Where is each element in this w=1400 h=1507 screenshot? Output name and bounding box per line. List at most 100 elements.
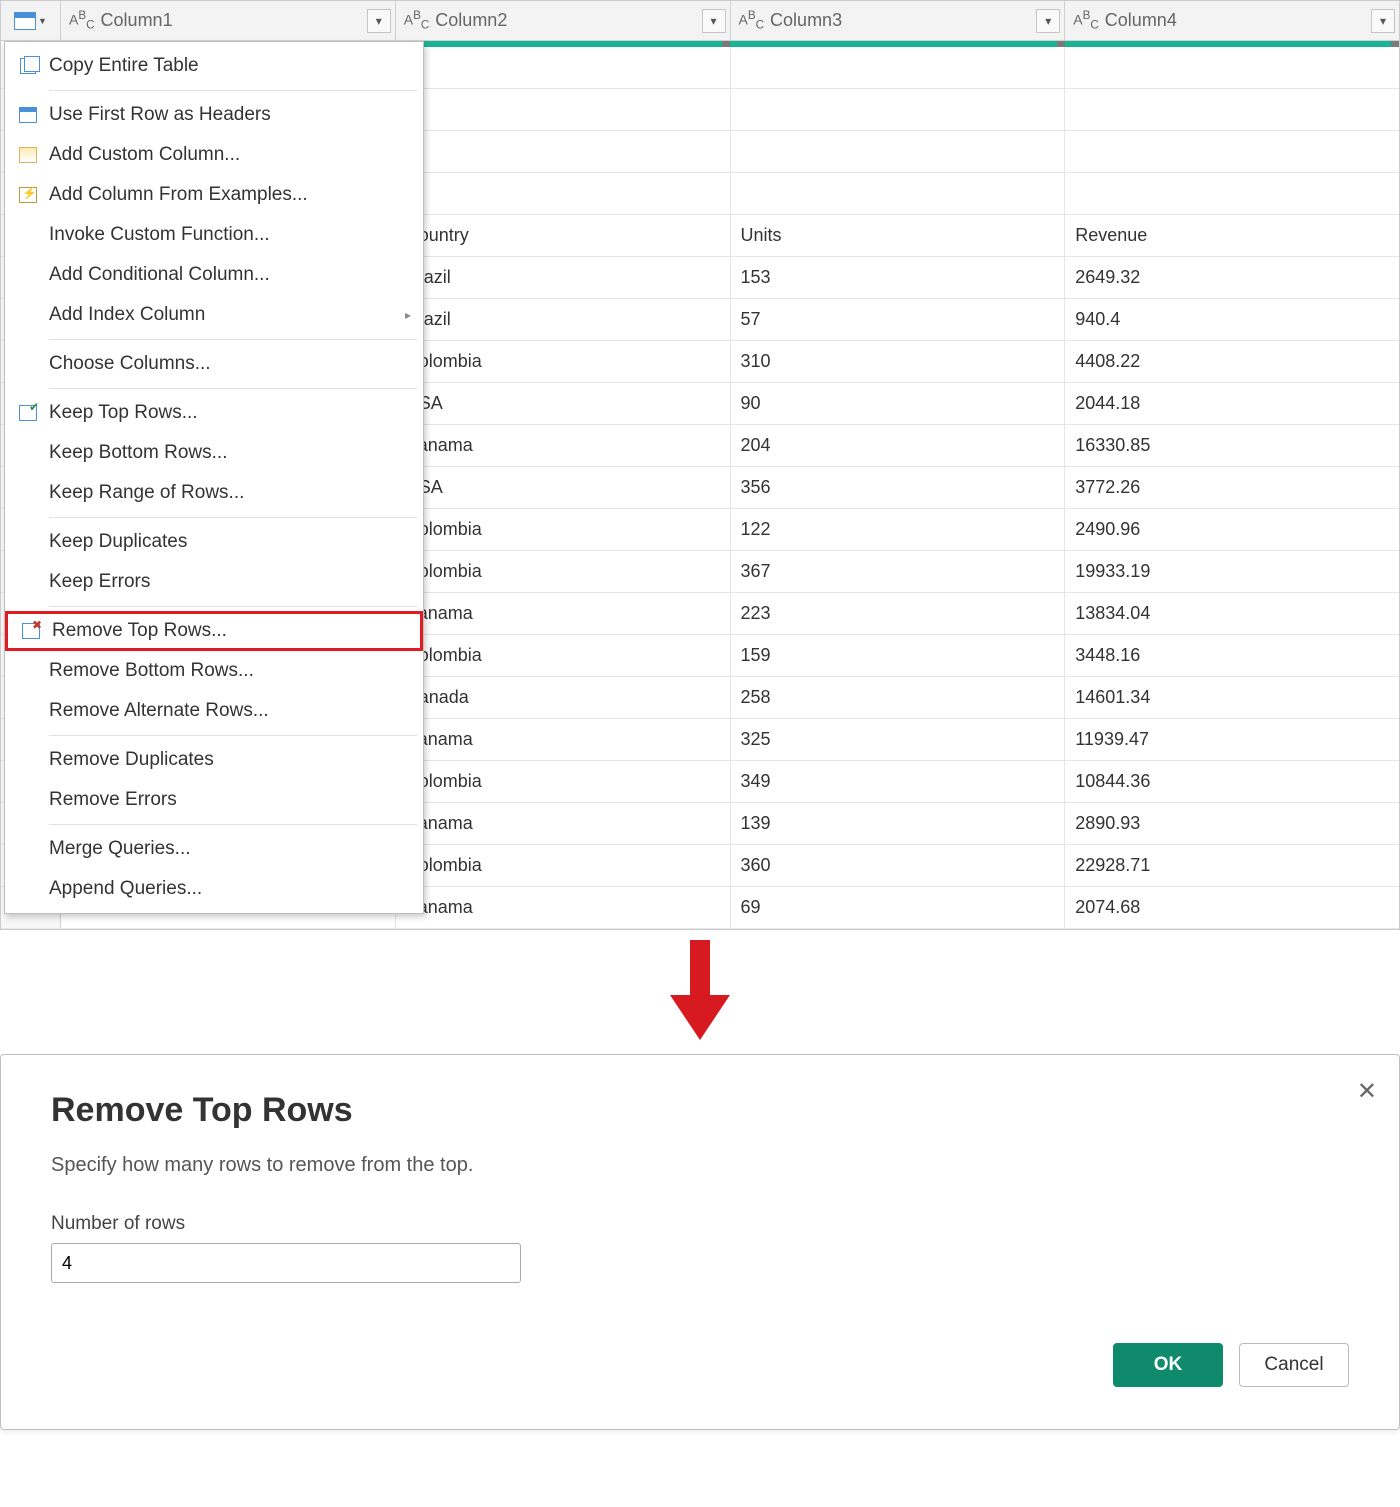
data-cell[interactable]: Colombia <box>396 509 730 551</box>
filter-dropdown-icon[interactable]: ▾ <box>702 9 726 33</box>
data-cell[interactable] <box>731 131 1065 173</box>
menu-item[interactable]: Add Custom Column... <box>5 135 423 175</box>
data-cell[interactable] <box>396 47 730 89</box>
data-cell[interactable]: USA <box>396 383 730 425</box>
data-cell[interactable]: 325 <box>731 719 1065 761</box>
data-cell[interactable] <box>1065 131 1399 173</box>
filter-dropdown-icon[interactable]: ▾ <box>1036 9 1060 33</box>
data-cell[interactable] <box>1065 173 1399 215</box>
close-icon[interactable]: ✕ <box>1357 1077 1377 1106</box>
menu-item[interactable]: Remove Bottom Rows... <box>5 651 423 691</box>
data-cell[interactable]: 153 <box>731 257 1065 299</box>
data-cell[interactable]: 367 <box>731 551 1065 593</box>
data-cell[interactable]: Colombia <box>396 341 730 383</box>
data-cell[interactable]: 4408.22 <box>1065 341 1399 383</box>
menu-item[interactable]: Invoke Custom Function... <box>5 215 423 255</box>
data-cell[interactable]: Colombia <box>396 551 730 593</box>
data-cell[interactable]: 940.4 <box>1065 299 1399 341</box>
data-cell[interactable]: 22928.71 <box>1065 845 1399 887</box>
data-cell[interactable]: 204 <box>731 425 1065 467</box>
data-cell[interactable]: 3772.26 <box>1065 467 1399 509</box>
column-header-2[interactable]: ABC Column2 ▾ <box>396 1 731 40</box>
data-cell[interactable]: Panama <box>396 425 730 467</box>
data-cell[interactable]: 258 <box>731 677 1065 719</box>
data-cell[interactable]: 2074.68 <box>1065 887 1399 929</box>
menu-item-label: Append Queries... <box>49 878 202 900</box>
menu-item[interactable]: Remove Top Rows... <box>5 611 423 651</box>
data-cell[interactable]: 159 <box>731 635 1065 677</box>
menu-separator <box>49 606 417 607</box>
menu-item[interactable]: Keep Top Rows... <box>5 393 423 433</box>
data-cell[interactable]: Panama <box>396 803 730 845</box>
cancel-button[interactable]: Cancel <box>1239 1343 1349 1387</box>
data-cell[interactable]: 356 <box>731 467 1065 509</box>
menu-item[interactable]: Append Queries... <box>5 869 423 909</box>
menu-item[interactable]: Keep Bottom Rows... <box>5 433 423 473</box>
menu-item[interactable]: Remove Alternate Rows... <box>5 691 423 731</box>
data-cell[interactable] <box>1065 89 1399 131</box>
data-cell[interactable]: Panama <box>396 593 730 635</box>
data-cell[interactable]: 13834.04 <box>1065 593 1399 635</box>
data-cell[interactable] <box>396 173 730 215</box>
data-cell[interactable]: 69 <box>731 887 1065 929</box>
menu-item[interactable]: Choose Columns... <box>5 344 423 384</box>
data-cell[interactable] <box>731 173 1065 215</box>
data-cell[interactable]: 2490.96 <box>1065 509 1399 551</box>
data-cell[interactable]: 2890.93 <box>1065 803 1399 845</box>
filter-dropdown-icon[interactable]: ▾ <box>1371 9 1395 33</box>
data-cell[interactable]: 2044.18 <box>1065 383 1399 425</box>
menu-item[interactable]: Add Column From Examples... <box>5 175 423 215</box>
data-cell[interactable] <box>731 47 1065 89</box>
data-cell[interactable]: Revenue <box>1065 215 1399 257</box>
menu-item[interactable]: Add Index Column▸ <box>5 295 423 335</box>
data-cell[interactable]: 310 <box>731 341 1065 383</box>
data-cell[interactable]: Canada <box>396 677 730 719</box>
menu-item[interactable]: Use First Row as Headers <box>5 95 423 135</box>
data-cell[interactable]: 2649.32 <box>1065 257 1399 299</box>
data-cell[interactable]: Brazil <box>396 299 730 341</box>
data-cell[interactable]: 14601.34 <box>1065 677 1399 719</box>
data-cell[interactable]: 360 <box>731 845 1065 887</box>
rows-input[interactable] <box>51 1243 521 1283</box>
data-cell[interactable]: 19933.19 <box>1065 551 1399 593</box>
data-cell[interactable]: 11939.47 <box>1065 719 1399 761</box>
menu-item-label: Keep Errors <box>49 571 150 593</box>
data-cell[interactable]: 139 <box>731 803 1065 845</box>
data-cell[interactable]: 90 <box>731 383 1065 425</box>
data-cell[interactable]: USA <box>396 467 730 509</box>
data-cell[interactable]: 3448.16 <box>1065 635 1399 677</box>
menu-item[interactable]: Copy Entire Table <box>5 46 423 86</box>
column-header-1[interactable]: ABC Column1 ▾ <box>61 1 396 40</box>
data-cell[interactable]: 57 <box>731 299 1065 341</box>
data-cell[interactable]: Colombia <box>396 761 730 803</box>
ok-button[interactable]: OK <box>1113 1343 1223 1387</box>
menu-item[interactable]: Add Conditional Column... <box>5 255 423 295</box>
menu-item[interactable]: Keep Range of Rows... <box>5 473 423 513</box>
menu-item[interactable]: Remove Duplicates <box>5 740 423 780</box>
data-cell[interactable]: 16330.85 <box>1065 425 1399 467</box>
data-cell[interactable] <box>396 89 730 131</box>
data-cell[interactable]: Brazil <box>396 257 730 299</box>
data-cell[interactable]: Colombia <box>396 635 730 677</box>
data-cell[interactable]: 349 <box>731 761 1065 803</box>
data-cell[interactable]: Country <box>396 215 730 257</box>
dialog-title: Remove Top Rows <box>51 1091 1349 1130</box>
data-cell[interactable]: Panama <box>396 719 730 761</box>
column-header-3[interactable]: ABC Column3 ▾ <box>731 1 1066 40</box>
data-cell[interactable]: Units <box>731 215 1065 257</box>
data-cell[interactable] <box>1065 47 1399 89</box>
data-cell[interactable]: Colombia <box>396 845 730 887</box>
column-header-4[interactable]: ABC Column4 ▾ <box>1065 1 1399 40</box>
menu-item[interactable]: Keep Duplicates <box>5 522 423 562</box>
data-cell[interactable]: Panama <box>396 887 730 929</box>
menu-item[interactable]: Keep Errors <box>5 562 423 602</box>
filter-dropdown-icon[interactable]: ▾ <box>367 9 391 33</box>
menu-item[interactable]: Remove Errors <box>5 780 423 820</box>
data-cell[interactable] <box>731 89 1065 131</box>
data-cell[interactable]: 122 <box>731 509 1065 551</box>
data-cell[interactable]: 10844.36 <box>1065 761 1399 803</box>
data-cell[interactable] <box>396 131 730 173</box>
data-cell[interactable]: 223 <box>731 593 1065 635</box>
menu-item[interactable]: Merge Queries... <box>5 829 423 869</box>
table-corner-button[interactable]: ▼ <box>1 1 61 40</box>
